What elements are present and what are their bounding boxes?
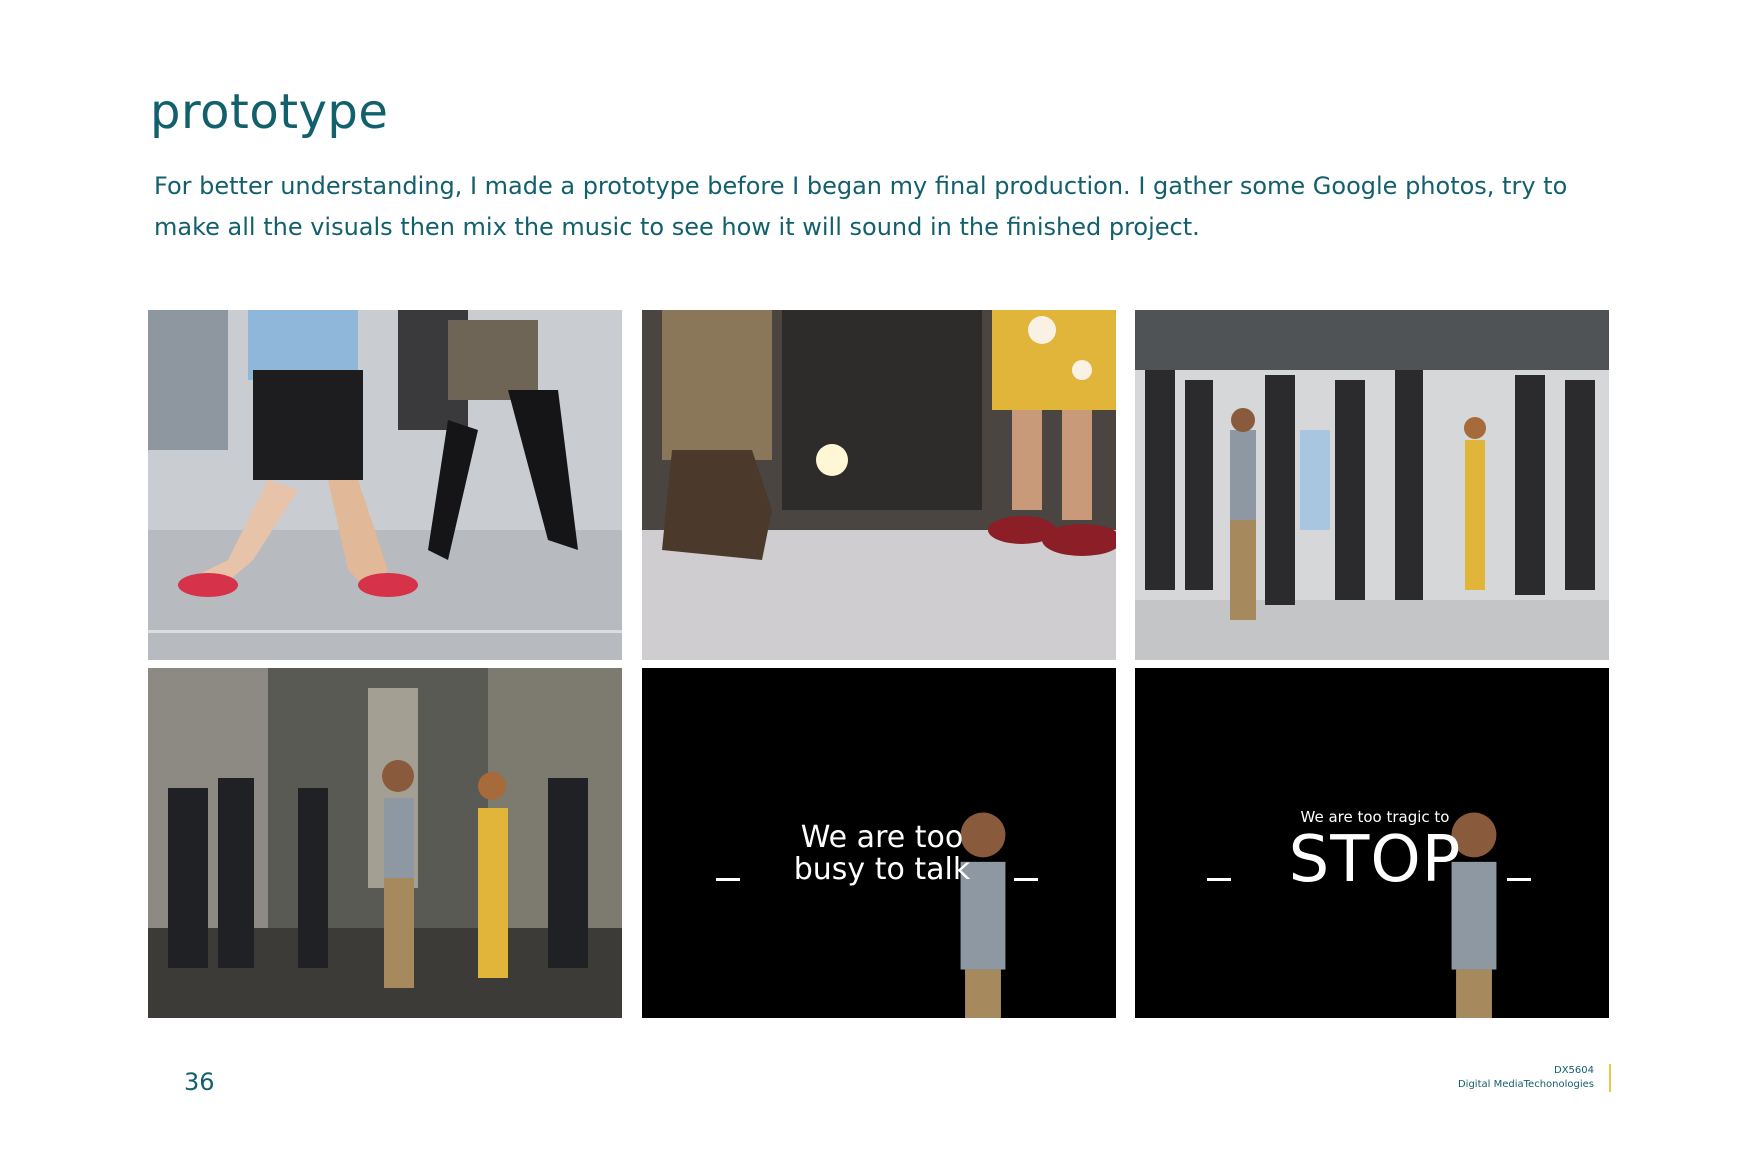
- slide5-text: We are too busy to talk: [782, 822, 982, 886]
- course-code: DX5604: [1554, 1065, 1594, 1076]
- slide-busy-to-talk: We are too busy to talk: [642, 668, 1116, 1018]
- dash-right: [1507, 878, 1531, 881]
- photo-boots-sneakers: [642, 310, 1116, 660]
- dash-left: [1207, 878, 1231, 881]
- page-title: prototype: [150, 84, 389, 140]
- photo-grid: We are too busy to talk We are too tragi…: [148, 310, 1609, 1018]
- photo-crowd-crossing: [1135, 310, 1609, 660]
- intro-paragraph: For better understanding, I made a proto…: [154, 172, 1568, 241]
- slide5-line1: We are too: [800, 820, 964, 855]
- girl-figure: [994, 808, 1116, 1018]
- girl-figure: [1485, 808, 1609, 1018]
- slide-too-tragic-to-stop: We are too tragic to STOP: [1135, 668, 1609, 1018]
- dash-left: [716, 878, 740, 881]
- dash-right: [1014, 878, 1038, 881]
- photo-walking-legs: [148, 310, 622, 660]
- footer-accent-bar: [1609, 1064, 1611, 1092]
- page-number: 36: [184, 1068, 215, 1096]
- course-name: Digital MediaTechonologies: [1457, 1079, 1594, 1090]
- slide5-line2: busy to talk: [793, 852, 971, 887]
- photo-couple-street: [148, 668, 622, 1018]
- footer-course-info: DX5604 Digital MediaTechonologies: [1458, 1064, 1602, 1092]
- slide6-stop-text: STOP: [1288, 823, 1462, 897]
